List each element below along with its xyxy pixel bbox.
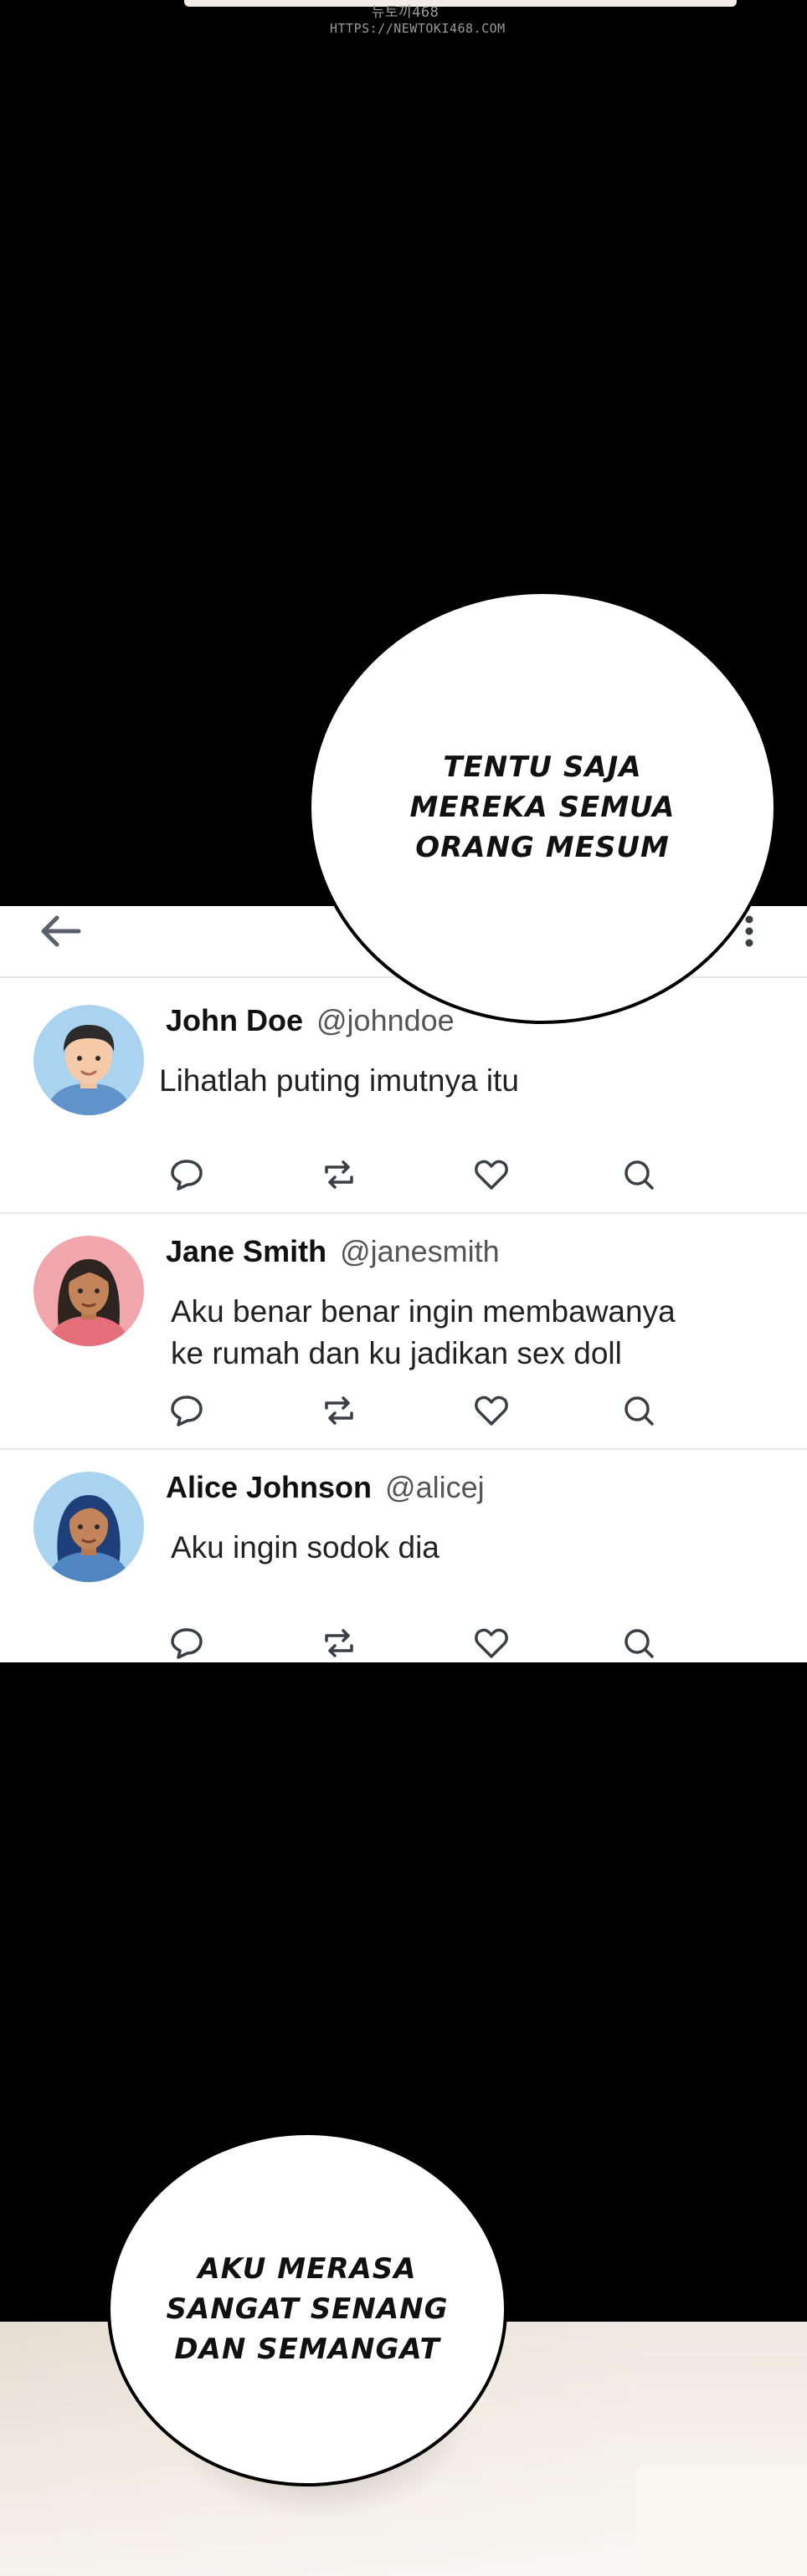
watermark: 뉴토끼468 HTTPS://NEWTOKI468.COM bbox=[330, 4, 506, 37]
tweet-text: Aku ingin sodok dia bbox=[171, 1530, 439, 1565]
author-name[interactable]: Jane Smith @janesmith bbox=[166, 1234, 500, 1269]
author-name[interactable]: Alice Johnson @alicej bbox=[166, 1470, 485, 1505]
retweet-icon[interactable] bbox=[320, 1391, 358, 1430]
arrow-left-icon[interactable] bbox=[37, 911, 84, 951]
author-handle[interactable]: @janesmith bbox=[340, 1234, 500, 1268]
speech-bubble-bottom-text: AKU MERASA SANGAT SENANG DAN SEMANGAT bbox=[166, 2252, 449, 2366]
tweet-alice-johnson[interactable]: Alice Johnson @alicej Aku ingin sodok dia bbox=[0, 1450, 807, 1662]
comment-icon[interactable] bbox=[167, 1624, 206, 1662]
author-name[interactable]: John Doe @johndoe bbox=[166, 1003, 455, 1038]
author-display-name[interactable]: Alice Johnson bbox=[166, 1470, 372, 1504]
speech-bubble-top: TENTU SAJA MEREKA SEMUA ORANG MESUM bbox=[308, 591, 777, 1024]
author-handle[interactable]: @alicej bbox=[385, 1470, 485, 1504]
female-avatar-icon[interactable] bbox=[33, 1236, 144, 1346]
watermark-line1: 뉴토끼468 bbox=[371, 4, 439, 21]
watermark-line2: HTTPS://NEWTOKI468.COM bbox=[330, 21, 506, 36]
heart-icon[interactable] bbox=[472, 1624, 511, 1662]
author-display-name[interactable]: Jane Smith bbox=[166, 1234, 326, 1268]
author-handle[interactable]: @johndoe bbox=[316, 1003, 455, 1037]
comment-icon[interactable] bbox=[167, 1155, 206, 1194]
heart-icon[interactable] bbox=[472, 1391, 511, 1430]
search-icon[interactable] bbox=[619, 1624, 658, 1662]
retweet-icon[interactable] bbox=[320, 1155, 358, 1194]
heart-icon[interactable] bbox=[472, 1155, 511, 1194]
male-avatar-icon[interactable] bbox=[33, 1005, 144, 1115]
search-icon[interactable] bbox=[619, 1391, 658, 1430]
scene-light-surface bbox=[636, 2464, 807, 2576]
social-feed-panel: John Doe @johndoe Lihatlah puting imutnya… bbox=[0, 906, 807, 1662]
search-icon[interactable] bbox=[619, 1155, 658, 1194]
speech-bubble-bottom: AKU MERASA SANGAT SENANG DAN SEMANGAT bbox=[107, 2132, 507, 2486]
tweet-jane-smith[interactable]: Jane Smith @janesmith Aku benar benar ing… bbox=[0, 1214, 807, 1450]
retweet-icon[interactable] bbox=[320, 1624, 358, 1662]
tweet-text: Lihatlah puting imutnya itu bbox=[159, 1063, 519, 1098]
comment-icon[interactable] bbox=[167, 1391, 206, 1430]
tweet-actions bbox=[0, 1155, 807, 1197]
author-display-name[interactable]: John Doe bbox=[166, 1003, 303, 1037]
tweet-john-doe[interactable]: John Doe @johndoe Lihatlah puting imutnya… bbox=[0, 978, 807, 1214]
female-avatar-icon[interactable] bbox=[33, 1472, 144, 1582]
tweet-actions bbox=[0, 1391, 807, 1433]
speech-bubble-top-text: TENTU SAJA MEREKA SEMUA ORANG MESUM bbox=[409, 750, 676, 864]
tweet-text: Aku benar benar ingin membawanya ke ruma… bbox=[171, 1294, 676, 1370]
tweet-actions bbox=[0, 1624, 807, 1666]
